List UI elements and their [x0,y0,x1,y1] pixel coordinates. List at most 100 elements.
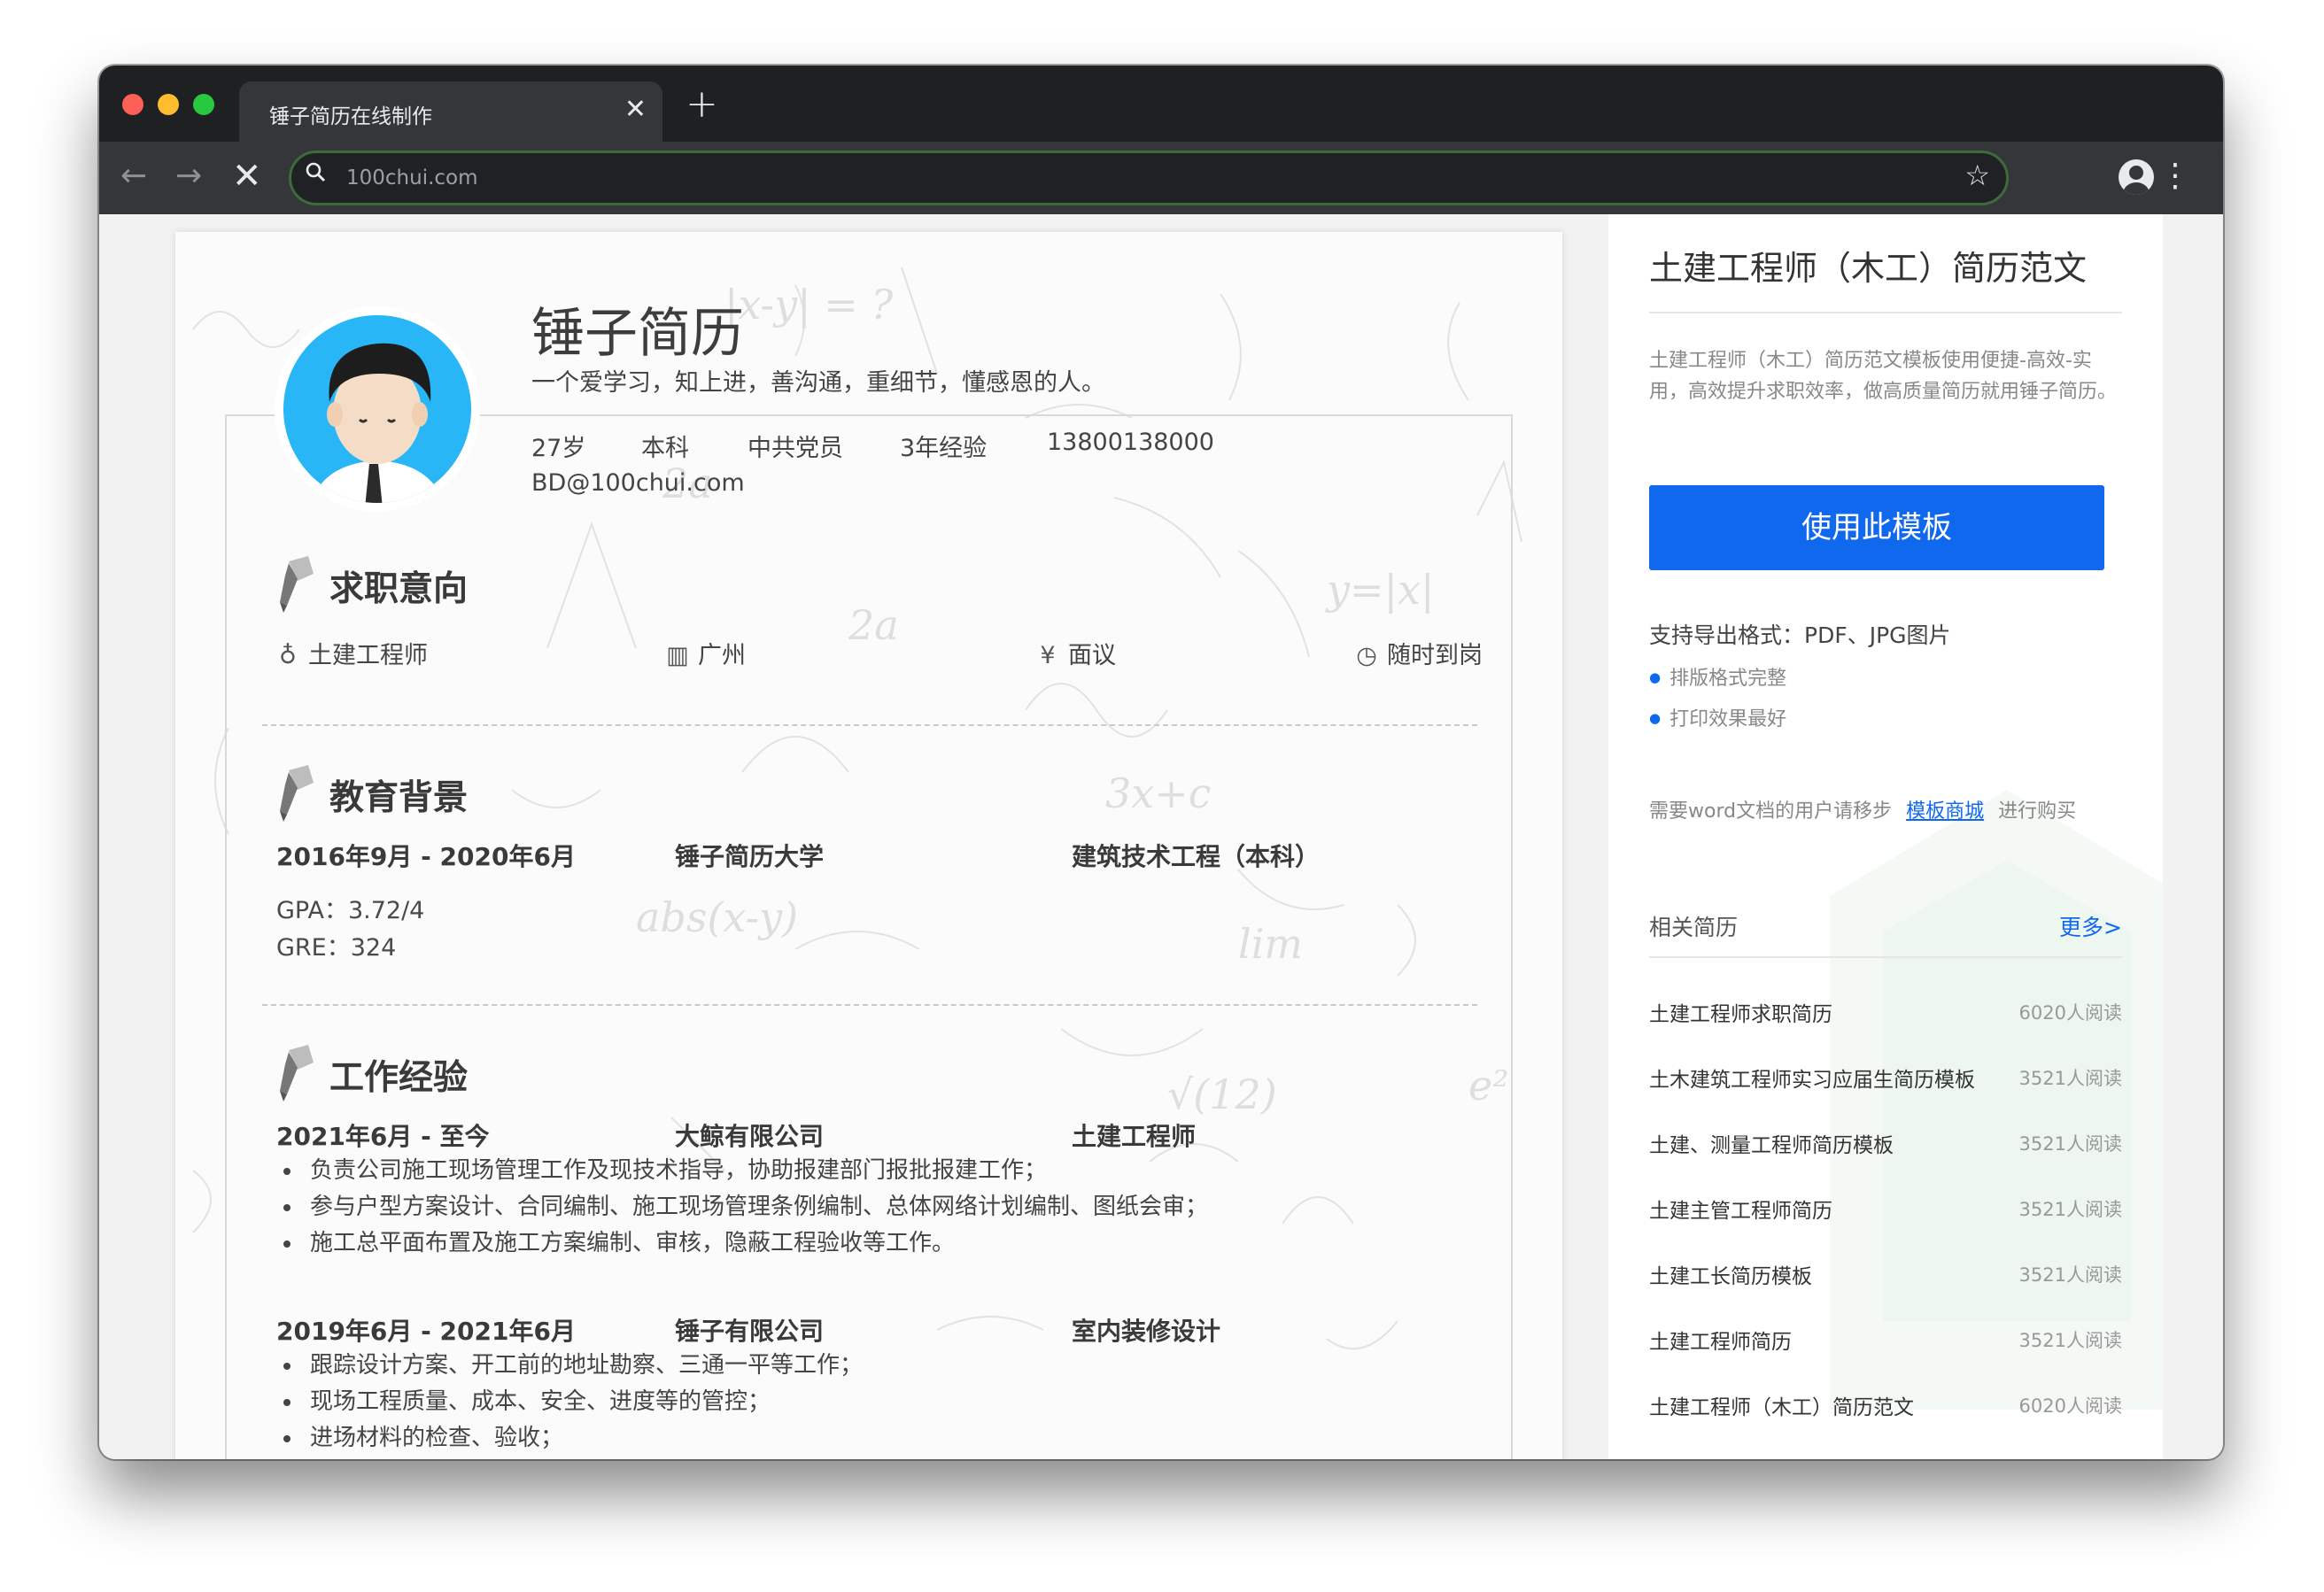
related-item[interactable]: 土建工程师（木工）简历范文 6020人阅读 [1649,1390,2122,1426]
maximize-window-button[interactable] [193,94,214,115]
related-item[interactable]: 土建主管工程师简历 3521人阅读 [1649,1194,2122,1229]
template-description: 土建工程师（木工）简历范文模板使用便捷-高效-实用，高效提升求职效率，做高质量简… [1649,350,2118,403]
info-email: BD@100chui.com [531,469,745,497]
browser-window: 锤子简历在线制作 ✕ + ← → ✕ 100chui.com ☆ ⋮ |x-y|… [99,66,2223,1459]
browser-tab[interactable]: 锤子简历在线制作 ✕ [239,81,662,142]
related-item[interactable]: 土建工程师简历 3521人阅读 [1649,1325,2122,1360]
section-intent-title: 求职意向 [329,569,469,609]
list-item: 参与户型方案设计、合同编制、施工现场管理条例编制、总体网络计划编制、图纸会审； [276,1189,1208,1225]
close-icon[interactable]: ✕ [624,94,647,126]
related-item-title[interactable]: 土建工程师求职简历 [1649,997,1832,1027]
education-gre: GRE：324 [276,934,397,962]
job-role: 土建工程师 [1072,1122,1197,1151]
search-icon [306,159,327,191]
job-company: 锤子有限公司 [675,1317,825,1346]
star-icon[interactable]: ☆ [1964,158,1990,192]
resume-name: 锤子简历 [531,303,744,365]
intent-availability-text: 随时到岗 [1387,642,1483,669]
list-item: 跟踪设计方案、开工前的地址勘察、三通一平等工作； [276,1348,863,1384]
section-divider [262,1004,1477,1006]
related-item-reads: 3521人阅读 [2018,1264,2122,1286]
related-item-title[interactable]: 土建工程师简历 [1649,1325,1792,1355]
related-item-reads: 3521人阅读 [2018,1068,2122,1089]
related-item[interactable]: 土建工长简历模板 3521人阅读 [1649,1259,2122,1294]
job-company: 大鲸有限公司 [675,1122,825,1151]
address-bar[interactable]: 100chui.com ☆ [289,151,2009,205]
export-formats: 支持导出格式：PDF、JPG图片 [1649,622,1951,648]
intent-city: ▥ 广州 [662,636,746,670]
template-store-link[interactable]: 模板商城 [1906,800,1984,823]
tie-icon: ♁ [279,642,297,669]
section-education-title: 教育背景 [329,778,469,818]
related-item-reads: 3521人阅读 [2018,1199,2122,1220]
avatar [275,306,480,512]
close-window-button[interactable] [122,94,143,115]
related-item-reads: 6020人阅读 [2018,1002,2122,1024]
info-degree: 本科 [641,435,689,462]
related-item-title[interactable]: 土建、测量工程师简历模板 [1649,1128,1894,1158]
forward-icon[interactable]: → [175,154,202,198]
related-item-title[interactable]: 土木建筑工程师实习应届生简历模板 [1649,1063,1975,1093]
stop-icon[interactable]: ✕ [232,154,262,198]
job-role: 室内装修设计 [1072,1317,1221,1346]
info-party: 中共党员 [748,435,843,462]
profile-icon[interactable] [2119,159,2154,195]
related-title: 相关简历 [1649,915,1739,940]
related-item-reads: 3521人阅读 [2018,1330,2122,1351]
job-period: 2021年6月 - 至今 [276,1122,490,1151]
pen-icon [280,1045,314,1101]
minimize-window-button[interactable] [158,94,179,115]
more-link[interactable]: 更多> [2059,910,2122,942]
list-item: 进场材料的检查、验收； [276,1420,863,1457]
browser-toolbar: ← → ✕ 100chui.com ☆ ⋮ [99,142,2223,214]
job-duties: 跟踪设计方案、开工前的地址勘察、三通一平等工作； 现场工程质量、成本、安全、进度… [276,1348,863,1457]
info-phone: 13800138000 [1047,429,1214,456]
divider [1649,312,2122,313]
list-item: 现场工程质量、成本、安全、进度等的管控； [276,1384,863,1420]
related-item[interactable]: 土木建筑工程师实习应届生简历模板 3521人阅读 [1649,1063,2122,1098]
info-age: 27岁 [531,435,586,462]
use-template-button[interactable]: 使用此模板 [1649,485,2104,570]
url-text: 100chui.com [346,166,478,189]
education-major: 建筑技术工程（本科） [1072,842,1321,871]
related-item-title[interactable]: 土建工长简历模板 [1649,1259,1812,1289]
template-title: 土建工程师（木工）简历范文 [1649,249,2088,288]
related-item-title[interactable]: 土建工程师（木工）简历范文 [1649,1390,1914,1420]
building-icon: ▥ [666,642,689,669]
title-bar: 锤子简历在线制作 ✕ + [99,66,2223,142]
yen-icon: ¥ [1040,642,1056,669]
job-period: 2019年6月 - 2021年6月 [276,1317,576,1346]
buy-prefix: 需要word文档的用户请移步 [1649,800,1893,823]
intent-availability: ◷ 随时到岗 [1352,636,1483,670]
intent-position: ♁ 土建工程师 [273,636,428,670]
related-item-reads: 6020人阅读 [2018,1395,2122,1417]
education-period: 2016年9月 - 2020年6月 [276,842,576,871]
tab-title: 锤子简历在线制作 [269,105,432,128]
buy-hint: 需要word文档的用户请移步 模板商城 进行购买 [1649,795,2076,823]
related-item[interactable]: 土建、测量工程师简历模板 3521人阅读 [1649,1128,2122,1163]
watermark-graphic [1830,790,2163,1410]
plus-icon[interactable]: + [686,83,718,126]
related-item[interactable]: 土建工程师求职简历 6020人阅读 [1649,997,2122,1032]
education-school: 锤子简历大学 [675,842,825,871]
list-item: 负责公司施工现场管理工作及现技术指导，协助报建部门报批报建工作； [276,1153,1208,1189]
related-item-reads: 3521人阅读 [2018,1133,2122,1155]
intent-city-text: 广州 [698,642,746,669]
page-viewport: |x-y| = ? 3x+c 2a 2a y=|x| abs(x-y) √(12) e² l… [99,214,2223,1459]
intent-salary-text: 面议 [1068,642,1116,669]
info-experience: 3年经验 [900,435,988,462]
back-icon[interactable]: ← [120,154,147,198]
education-gpa: GPA：3.72/4 [276,897,425,924]
section-divider [262,724,1477,726]
related-item-title[interactable]: 土建主管工程师简历 [1649,1194,1832,1224]
resume-motto: 一个爱学习，知上进，善沟通，重细节，懂感恩的人。 [531,369,1105,397]
pen-icon [280,556,314,613]
section-work-title: 工作经验 [329,1058,469,1098]
feature-item: 排版格式完整 [1649,662,1786,691]
resume-preview: |x-y| = ? 3x+c 2a 2a y=|x| abs(x-y) √(12) e² l… [175,232,1562,1459]
list-item: 施工总平面布置及施工方案编制、审核，隐蔽工程验收等工作。 [276,1225,1208,1262]
buy-suffix: 进行购买 [1998,800,2077,823]
divider [1649,956,2122,958]
menu-icon[interactable]: ⋮ [2159,156,2191,197]
intent-position-text: 土建工程师 [308,642,428,669]
